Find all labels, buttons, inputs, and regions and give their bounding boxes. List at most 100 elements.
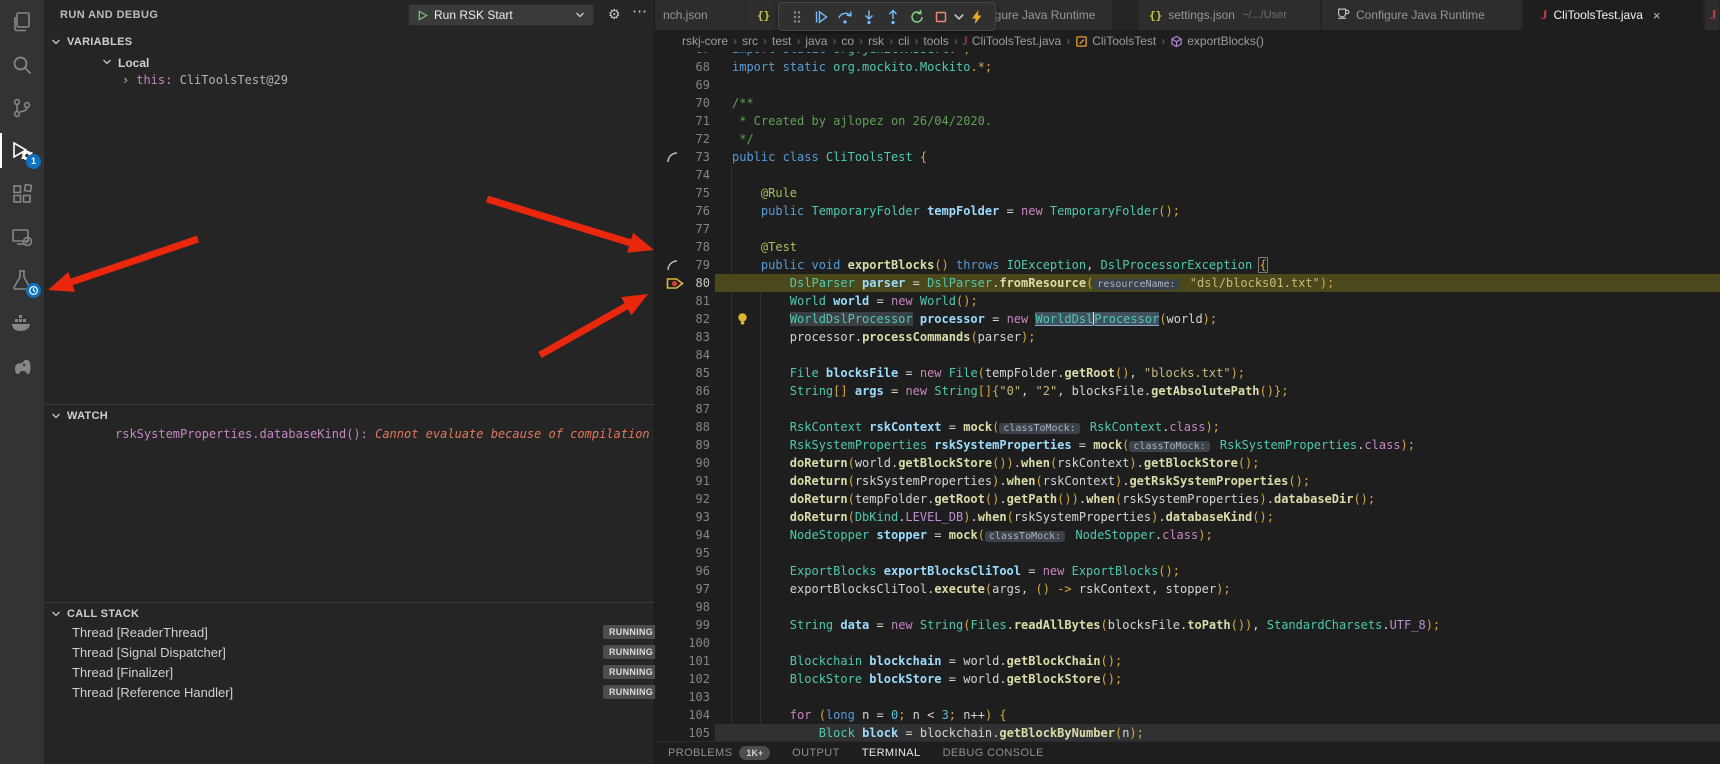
gutter-glyph[interactable] xyxy=(655,616,688,634)
gutter-glyph[interactable] xyxy=(655,688,688,706)
gutter-glyph[interactable] xyxy=(655,382,688,400)
line-number[interactable]: 91 xyxy=(688,472,715,490)
gutter-glyph[interactable] xyxy=(655,508,688,526)
line-number[interactable]: 94 xyxy=(688,526,715,544)
line-number[interactable]: 85 xyxy=(688,364,715,382)
panel-tab-output[interactable]: OUTPUT xyxy=(792,747,840,759)
code-text[interactable]: processor.processCommands(parser); xyxy=(715,328,1720,346)
line-number[interactable]: 82 xyxy=(688,310,715,328)
line-number[interactable]: 103 xyxy=(688,688,715,706)
code-text[interactable]: doReturn(world.getBlockStore()).when(rsk… xyxy=(715,454,1720,472)
launch-config-dropdown[interactable]: Run RSK Start xyxy=(408,4,594,26)
gutter-glyph[interactable] xyxy=(655,130,688,148)
gutter-glyph[interactable] xyxy=(655,238,688,256)
line-number[interactable]: 80 xyxy=(688,274,715,292)
code-text[interactable]: for (long n = 0; n < 3; n++) { xyxy=(715,706,1720,724)
gutter-glyph[interactable] xyxy=(655,706,688,724)
gutter-glyph[interactable] xyxy=(655,400,688,418)
debug-step-into-button[interactable] xyxy=(857,5,881,29)
line-number[interactable]: 76 xyxy=(688,202,715,220)
gutter-glyph[interactable] xyxy=(655,166,688,184)
tab-configure-java-runtime[interactable]: Configure Java Runtime xyxy=(1322,0,1522,30)
line-number[interactable]: 100 xyxy=(688,634,715,652)
gutter-glyph[interactable] xyxy=(655,544,688,562)
gutter-glyph[interactable] xyxy=(655,670,688,688)
call-stack-thread[interactable]: Thread [Signal Dispatcher]RUNNING xyxy=(44,642,654,662)
gutter-glyph[interactable] xyxy=(655,202,688,220)
tab-next-partial[interactable]: J xyxy=(1705,0,1720,30)
code-text[interactable] xyxy=(715,544,1720,562)
code-text[interactable]: WorldDslProcessor processor = new WorldD… xyxy=(715,310,1720,328)
line-number[interactable]: 73 xyxy=(688,148,715,166)
gutter-glyph[interactable] xyxy=(655,562,688,580)
code-text[interactable]: File blocksFile = new File(tempFolder.ge… xyxy=(715,364,1720,382)
code-text[interactable] xyxy=(715,634,1720,652)
line-number[interactable]: 79 xyxy=(688,256,715,274)
code-text[interactable]: public void exportBlocks() throws IOExce… xyxy=(715,256,1720,274)
line-number[interactable]: 84 xyxy=(688,346,715,364)
gutter-glyph[interactable] xyxy=(655,346,688,364)
gutter-glyph[interactable] xyxy=(655,526,688,544)
gutter-glyph[interactable] xyxy=(655,310,688,328)
line-number[interactable]: 104 xyxy=(688,706,715,724)
gutter-glyph[interactable] xyxy=(655,454,688,472)
gutter-glyph[interactable] xyxy=(655,580,688,598)
activity-item-remote-explorer[interactable] xyxy=(0,215,44,258)
breadcrumb-item[interactable]: src xyxy=(742,34,758,48)
code-text[interactable]: BlockStore blockStore = world.getBlockSt… xyxy=(715,670,1720,688)
code-text[interactable]: import static org.mockito.Mockito.*; xyxy=(715,58,1720,76)
breadcrumb-item[interactable]: rsk xyxy=(868,34,884,48)
code-text[interactable]: @Test xyxy=(715,238,1720,256)
breadcrumb-item[interactable]: java xyxy=(805,34,827,48)
gutter-glyph[interactable] xyxy=(655,184,688,202)
variables-section-header[interactable]: VARIABLES xyxy=(44,32,654,51)
line-number[interactable]: 78 xyxy=(688,238,715,256)
gutter-glyph[interactable] xyxy=(655,112,688,130)
breadcrumb-item[interactable]: test xyxy=(772,34,791,48)
execution-pointer-icon[interactable] xyxy=(655,274,688,292)
gutter-glyph[interactable] xyxy=(655,418,688,436)
line-number[interactable]: 74 xyxy=(688,166,715,184)
debug-hot-code-replace-button[interactable] xyxy=(965,5,989,29)
code-text[interactable]: doReturn(DbKind.LEVEL_DB).when(rskSystem… xyxy=(715,508,1720,526)
call-stack-thread[interactable]: Thread [Finalizer]RUNNING xyxy=(44,662,654,682)
debug-step-over-button[interactable] xyxy=(833,5,857,29)
gutter-glyph[interactable] xyxy=(655,652,688,670)
debug-continue-button[interactable] xyxy=(809,5,833,29)
code-text[interactable]: * Created by ajlopez on 26/04/2020. xyxy=(715,112,1720,130)
panel-tab-terminal[interactable]: TERMINAL xyxy=(862,747,921,759)
line-number[interactable]: 99 xyxy=(688,616,715,634)
line-number[interactable]: 69 xyxy=(688,76,715,94)
call-stack-thread[interactable]: Thread [Reference Handler]RUNNING xyxy=(44,682,654,702)
activity-item-docker[interactable] xyxy=(0,301,44,344)
activity-item-source-control[interactable] xyxy=(0,86,44,129)
breadcrumb-item[interactable]: rskj-core xyxy=(682,34,728,48)
fold-icon[interactable] xyxy=(655,256,688,274)
close-icon[interactable]: × xyxy=(1653,8,1661,23)
watch-section-header[interactable]: WATCH xyxy=(44,406,654,425)
line-number[interactable]: 75 xyxy=(688,184,715,202)
code-text[interactable]: String[] args = new String[]{"0", "2", b… xyxy=(715,382,1720,400)
activity-item-explorer[interactable] xyxy=(0,0,44,43)
code-text[interactable]: /** xyxy=(715,94,1720,112)
line-number[interactable]: 83 xyxy=(688,328,715,346)
code-text[interactable]: RskContext rskContext = mock(classToMock… xyxy=(715,418,1720,436)
tab-clitoolstest-java[interactable]: JCliToolsTest.java× xyxy=(1523,0,1704,30)
debug-stop-button[interactable] xyxy=(929,5,953,29)
debug-step-out-button[interactable] xyxy=(881,5,905,29)
gutter-glyph[interactable] xyxy=(655,94,688,112)
code-text[interactable] xyxy=(715,76,1720,94)
line-number[interactable]: 93 xyxy=(688,508,715,526)
code-text[interactable]: @Rule xyxy=(715,184,1720,202)
line-number[interactable]: 101 xyxy=(688,652,715,670)
activity-item-testing[interactable] xyxy=(0,258,44,301)
gutter-glyph[interactable] xyxy=(655,58,688,76)
gutter-glyph[interactable] xyxy=(655,472,688,490)
code-text[interactable]: Blockchain blockchain = world.getBlockCh… xyxy=(715,652,1720,670)
more-actions-icon[interactable]: ⋯ xyxy=(632,2,648,20)
gutter-glyph[interactable] xyxy=(655,724,688,742)
tab-settings-json[interactable]: {}settings.json~/.../User xyxy=(1139,0,1321,30)
code-text[interactable]: exportBlocksCliTool.execute(args, () -> … xyxy=(715,580,1720,598)
line-number[interactable]: 98 xyxy=(688,598,715,616)
line-number[interactable]: 92 xyxy=(688,490,715,508)
